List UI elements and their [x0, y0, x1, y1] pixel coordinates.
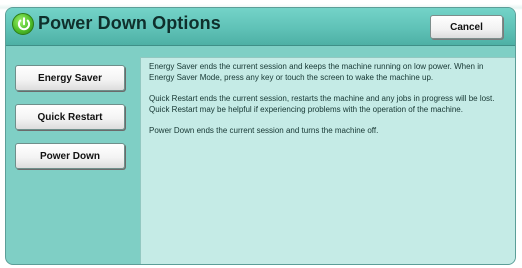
cancel-button[interactable]: Cancel	[430, 15, 503, 39]
power-down-description: Power Down ends the current session and …	[149, 126, 379, 135]
description-panel: Energy Saver ends the current session an…	[140, 57, 515, 264]
page-title: Power Down Options	[38, 13, 221, 33]
power-down-panel: Power Down Options Cancel Energy Saver Q…	[5, 7, 516, 265]
energy-saver-button[interactable]: Energy Saver	[15, 65, 125, 91]
energy-saver-description: Energy Saver ends the current session an…	[149, 62, 484, 82]
power-symbol-icon	[17, 17, 31, 31]
quick-restart-button[interactable]: Quick Restart	[15, 104, 125, 130]
header-bar: Power Down Options Cancel	[6, 8, 515, 46]
quick-restart-description: Quick Restart ends the current session, …	[149, 94, 495, 114]
power-down-button[interactable]: Power Down	[15, 143, 125, 169]
power-icon	[12, 13, 34, 35]
power-down-screen: Power Down Options Cancel Energy Saver Q…	[0, 0, 522, 268]
